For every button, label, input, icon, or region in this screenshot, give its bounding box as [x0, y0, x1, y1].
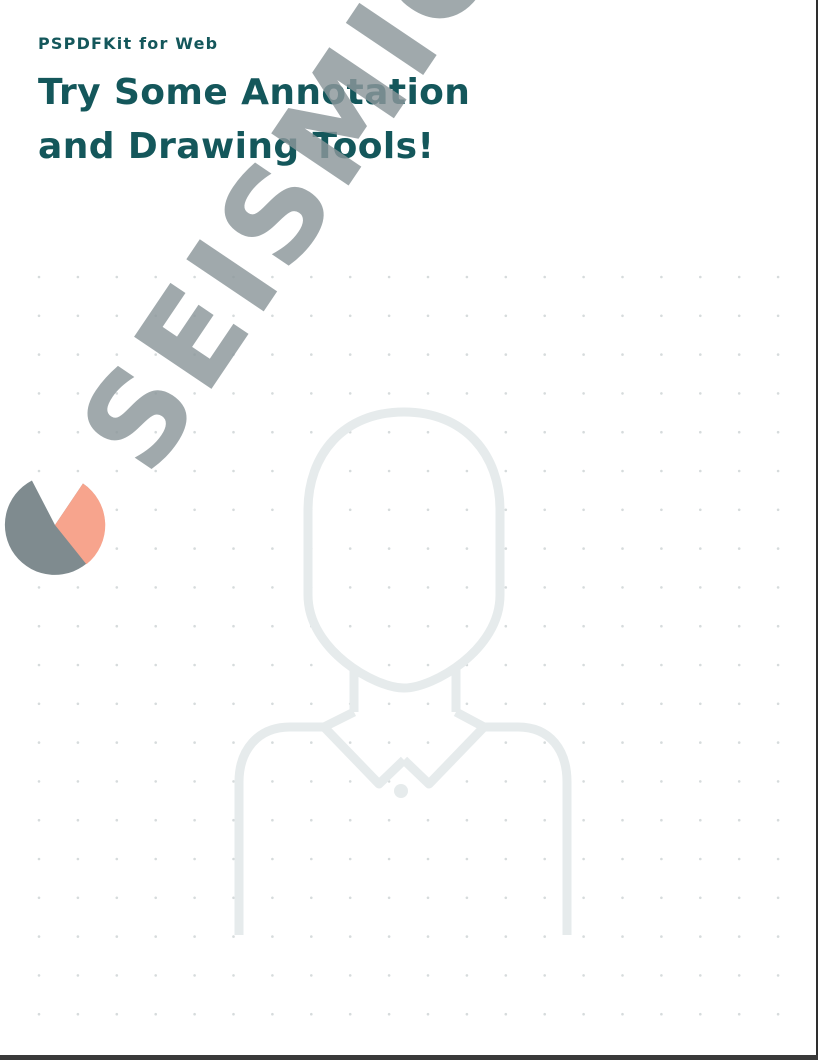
viewer-edge-bottom — [0, 1055, 818, 1060]
person-head-outline — [303, 407, 505, 693]
document-title-line-1: Try Some Annotation — [38, 72, 471, 113]
person-collar-right — [400, 708, 489, 789]
pdf-page: PSPDFKit for Web Try Some Annotation and… — [0, 0, 816, 1055]
document-subtitle: PSPDFKit for Web — [38, 34, 219, 53]
person-shirt-button — [394, 784, 408, 798]
document-title-line-2: and Drawing Tools! — [38, 126, 435, 167]
person-shoulders-left — [234, 722, 324, 935]
document-title: Try Some Annotation and Drawing Tools! — [38, 66, 498, 174]
person-shoulders-right — [484, 722, 572, 935]
person-collar-left — [319, 707, 408, 789]
